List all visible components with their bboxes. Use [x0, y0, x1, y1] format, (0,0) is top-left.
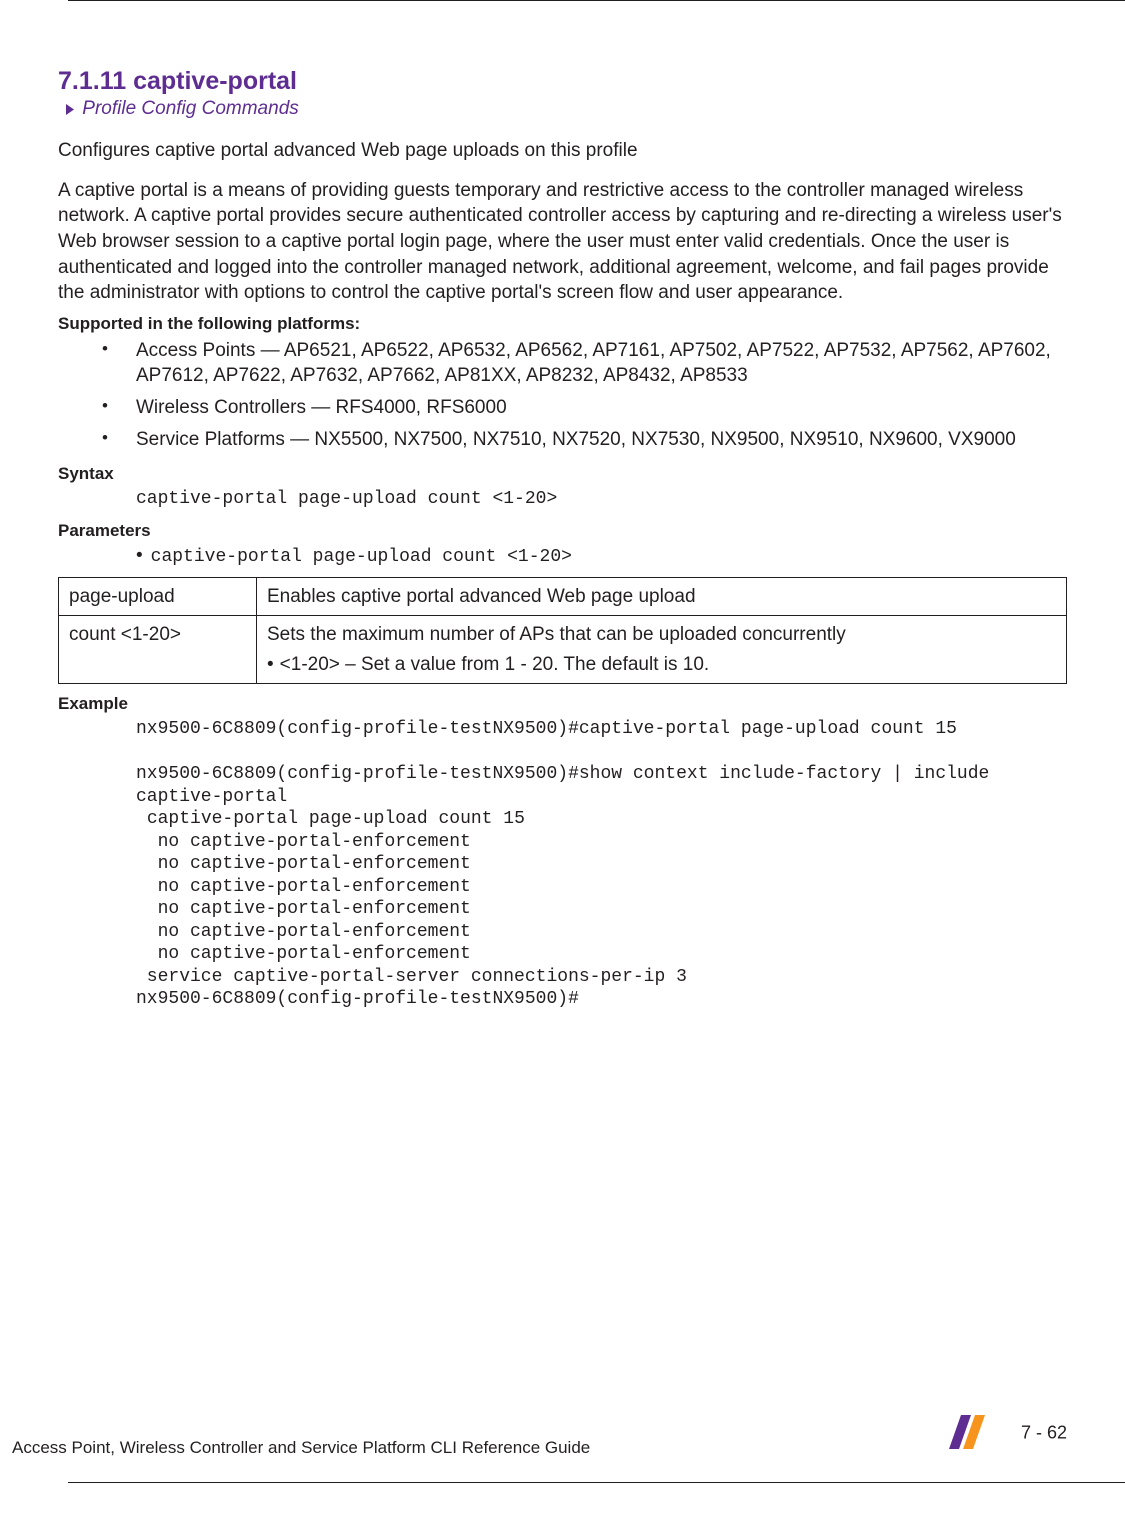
- param-desc-bullet: <1-20> – Set a value from 1 - 20. The de…: [280, 654, 710, 675]
- example-post: no captive-portal-enforcement no captive…: [136, 832, 687, 1010]
- brand-slash-icon: [945, 1411, 987, 1458]
- param-desc-line: Sets the maximum number of APs that can …: [267, 624, 846, 645]
- breadcrumb-label: Profile Config Commands: [82, 98, 298, 119]
- param-name: count <1-20>: [59, 616, 257, 684]
- table-row: count <1-20> Sets the maximum number of …: [59, 616, 1067, 684]
- example-code: nx9500-6C8809(config-profile-testNX9500)…: [136, 718, 1067, 1011]
- syntax-code: captive-portal page-upload count <1-20>: [136, 488, 1067, 511]
- example-bold-line: captive-portal page-upload count 15: [147, 809, 525, 829]
- intro-paragraph-1: Configures captive portal advanced Web p…: [58, 138, 1067, 164]
- param-desc: Enables captive portal advanced Web page…: [257, 577, 1067, 615]
- syntax-heading: Syntax: [58, 464, 1067, 484]
- footer-title: Access Point, Wireless Controller and Se…: [12, 1438, 590, 1458]
- bottom-rule: [68, 1482, 1125, 1483]
- breadcrumb[interactable]: Profile Config Commands: [66, 98, 1067, 120]
- example-heading: Example: [58, 694, 1067, 714]
- breadcrumb-arrow-icon: [66, 104, 75, 115]
- list-item: Wireless Controllers — RFS4000, RFS6000: [58, 395, 1067, 421]
- supported-heading: Supported in the following platforms:: [58, 314, 1067, 334]
- section-title: 7.1.11 captive-portal: [58, 67, 1067, 96]
- table-row: page-upload Enables captive portal advan…: [59, 577, 1067, 615]
- param-name: page-upload: [59, 577, 257, 615]
- supported-list: Access Points — AP6521, AP6522, AP6532, …: [58, 338, 1067, 453]
- parameters-bullet-code: captive-portal page-upload count <1-20>: [151, 547, 572, 567]
- list-item: Access Points — AP6521, AP6522, AP6532, …: [58, 338, 1067, 389]
- bullet-dot: •: [267, 654, 274, 675]
- parameters-heading: Parameters: [58, 521, 1067, 541]
- page-number: 7 - 62: [1021, 1422, 1067, 1442]
- page-content: 7.1.11 captive-portal Profile Config Com…: [0, 5, 1125, 1011]
- footer-right: 7 - 62: [945, 1411, 1067, 1458]
- param-desc: Sets the maximum number of APs that can …: [257, 616, 1067, 684]
- parameters-bullet: •captive-portal page-upload count <1-20>: [136, 545, 1067, 567]
- list-item: Service Platforms — NX5500, NX7500, NX75…: [58, 427, 1067, 453]
- parameters-table: page-upload Enables captive portal advan…: [58, 577, 1067, 684]
- intro-paragraph-2: A captive portal is a means of providing…: [58, 178, 1067, 306]
- page-footer: Access Point, Wireless Controller and Se…: [0, 1411, 1125, 1474]
